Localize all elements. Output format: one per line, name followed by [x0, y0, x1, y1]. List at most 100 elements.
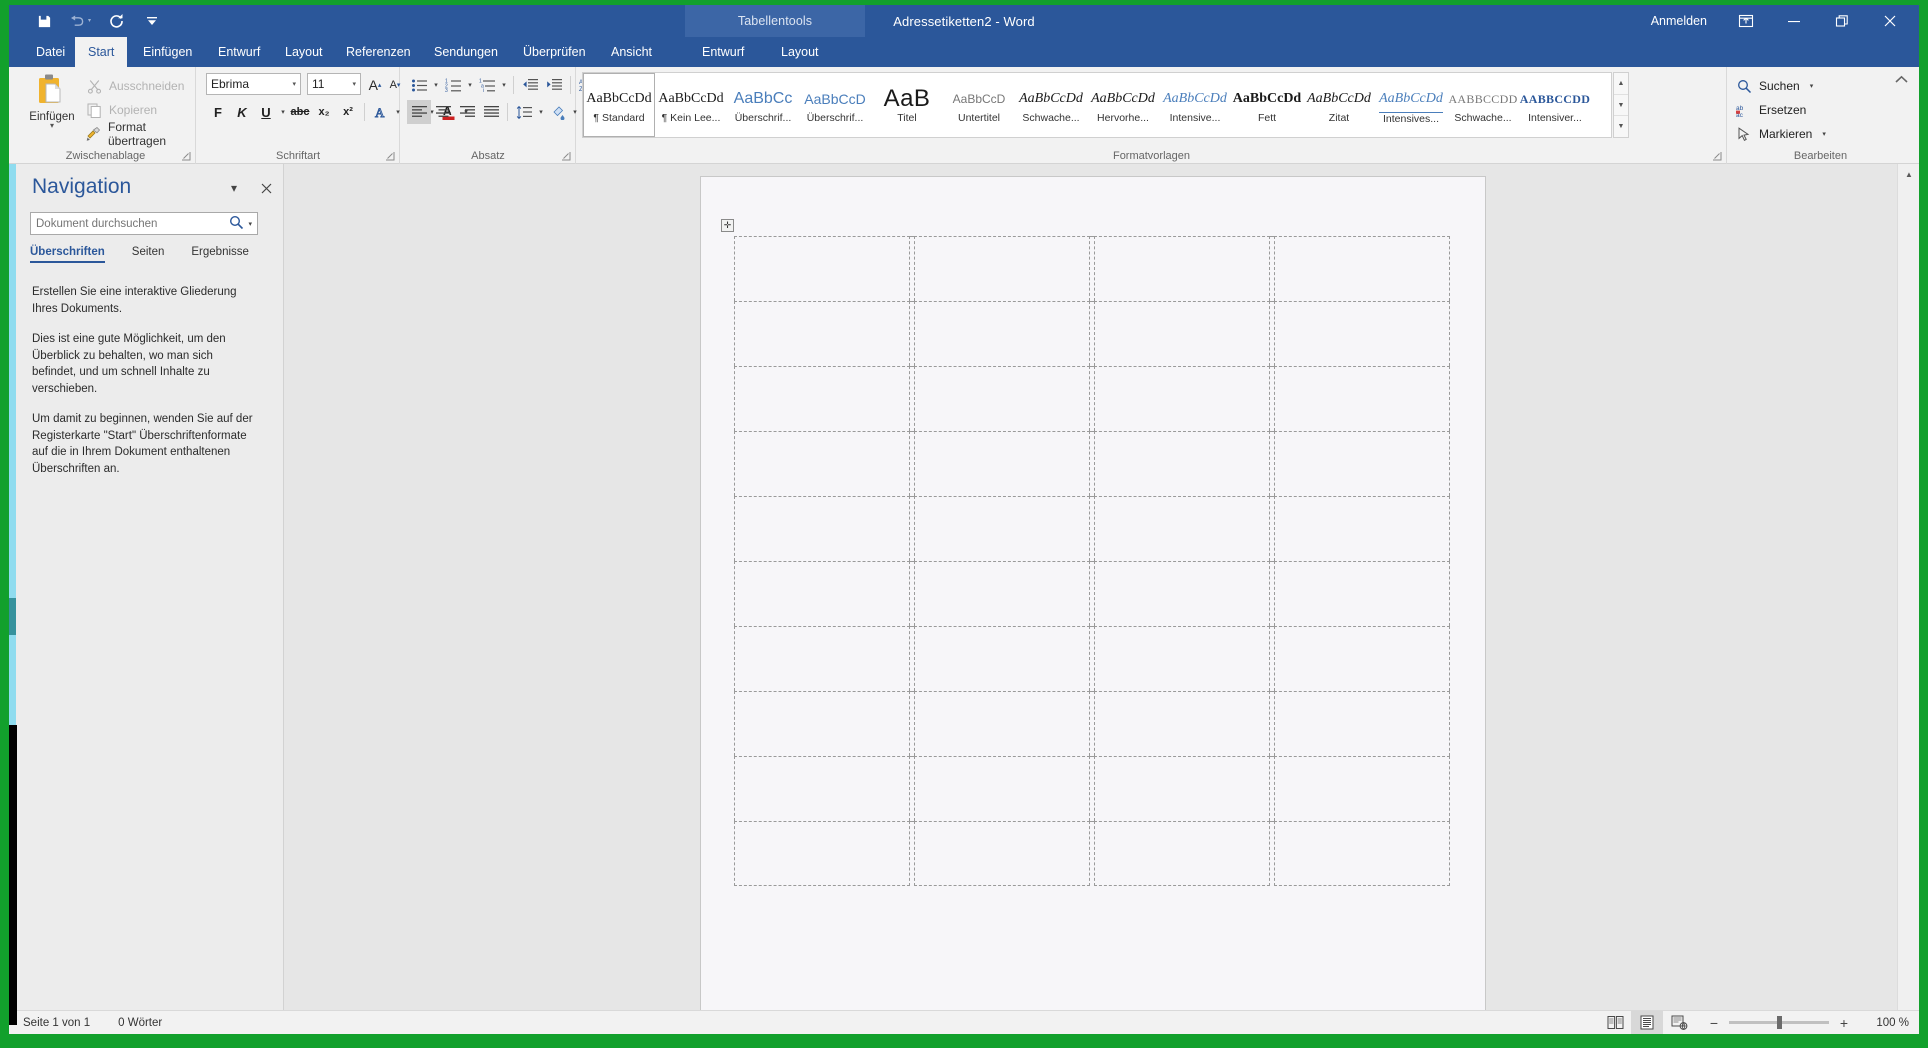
tab-entwurf[interactable]: Entwurf [205, 37, 273, 67]
font-name-combo[interactable]: Ebrima ▾ [206, 73, 301, 95]
label-cell[interactable] [734, 366, 910, 431]
navigation-pane-close-icon[interactable] [256, 178, 276, 198]
label-cell[interactable] [1094, 366, 1270, 431]
bullets-icon[interactable] [407, 73, 431, 97]
label-cell[interactable] [1274, 301, 1450, 366]
tab-tabellentools-entwurf[interactable]: Entwurf [689, 37, 757, 67]
align-right-icon[interactable] [455, 100, 479, 124]
page-indicator[interactable]: Seite 1 von 1 [23, 1017, 90, 1029]
find-chevron-down-icon[interactable]: ▾ [1810, 82, 1814, 90]
font-dialog-launcher-icon[interactable] [384, 150, 395, 161]
underline-button[interactable]: U [254, 100, 278, 124]
collapse-ribbon-icon[interactable] [1891, 69, 1911, 89]
read-mode-icon[interactable] [1599, 1011, 1631, 1035]
customize-qat-icon[interactable] [141, 10, 163, 32]
multilevel-list-icon[interactable]: 1ai [475, 73, 499, 97]
label-cell[interactable] [734, 756, 910, 821]
paste-button[interactable]: Einfügen ▾ [23, 71, 81, 143]
close-icon[interactable] [1867, 5, 1913, 37]
tab-einfuegen[interactable]: Einfügen [130, 37, 205, 67]
label-cell[interactable] [914, 821, 1090, 886]
redo-icon[interactable] [105, 10, 127, 32]
document-canvas[interactable]: ✛ [285, 164, 1897, 1016]
nav-tab-ergebnisse[interactable]: Ergebnisse [191, 246, 249, 263]
style-item[interactable]: AaBbCcDd ¶ Standard [582, 72, 656, 138]
select-button[interactable]: Markieren ▾ [1736, 123, 1826, 145]
superscript-button[interactable]: x² [336, 100, 360, 124]
format-painter-button[interactable]: Format übertragen [86, 120, 195, 148]
zoom-in-button[interactable]: + [1837, 1015, 1851, 1031]
styles-scroll-down-icon[interactable]: ▼ [1614, 95, 1628, 117]
zoom-slider[interactable] [1729, 1016, 1829, 1029]
label-cell[interactable] [914, 756, 1090, 821]
label-cell[interactable] [914, 561, 1090, 626]
label-cell[interactable] [1274, 756, 1450, 821]
label-cell[interactable] [914, 431, 1090, 496]
align-center-icon[interactable] [431, 100, 455, 124]
tab-tabellentools-layout[interactable]: Layout [768, 37, 832, 67]
multilevel-chevron-down-icon[interactable]: ▾ [499, 81, 509, 89]
label-cell[interactable] [1094, 301, 1270, 366]
numbering-chevron-down-icon[interactable]: ▾ [465, 81, 475, 89]
label-cell[interactable] [1094, 691, 1270, 756]
label-cell[interactable] [734, 496, 910, 561]
subscript-button[interactable]: x₂ [312, 100, 336, 124]
label-cell[interactable] [1274, 236, 1450, 301]
document-page[interactable]: ✛ [700, 176, 1486, 1016]
style-item[interactable]: AaBbCcDd Schwache... [1015, 73, 1087, 137]
style-item[interactable]: AaBbCcDd Zitat [1303, 73, 1375, 137]
label-cell[interactable] [1094, 236, 1270, 301]
label-cell[interactable] [914, 236, 1090, 301]
zoom-level-label[interactable]: 100 % [1867, 1017, 1909, 1029]
label-cell[interactable] [1274, 496, 1450, 561]
styles-gallery[interactable]: AaBbCcDd ¶ Standard AaBbCcDd ¶ Kein Lee... A… [582, 72, 1612, 138]
style-item[interactable]: AaBbCcDd ¶ Kein Lee... [655, 73, 727, 137]
strikethrough-button[interactable]: abc [288, 100, 312, 124]
styles-scroll-up-icon[interactable]: ▲ [1614, 73, 1628, 95]
label-cell[interactable] [1274, 626, 1450, 691]
increase-indent-icon[interactable] [542, 73, 566, 97]
line-spacing-icon[interactable] [512, 100, 536, 124]
style-item[interactable]: AABBCCDD Schwache... [1447, 73, 1519, 137]
style-item[interactable]: AaB Titel [871, 73, 943, 137]
tab-datei[interactable]: Datei [23, 37, 78, 67]
save-icon[interactable] [33, 10, 55, 32]
style-item[interactable]: AaBbCcDd Intensive... [1159, 73, 1231, 137]
label-cell[interactable] [1274, 561, 1450, 626]
navigation-pane-options-icon[interactable]: ▾ [224, 178, 244, 198]
replace-button[interactable]: ab ac Ersetzen [1736, 99, 1806, 121]
select-chevron-down-icon[interactable]: ▾ [1822, 130, 1826, 138]
label-cell[interactable] [1094, 496, 1270, 561]
line-spacing-chevron-down-icon[interactable]: ▾ [536, 108, 546, 116]
chevron-down-icon[interactable]: ▾ [292, 80, 296, 88]
minimize-icon[interactable] [1771, 5, 1817, 37]
vertical-scrollbar[interactable]: ▲ [1897, 164, 1919, 1016]
decrease-indent-icon[interactable] [518, 73, 542, 97]
table-move-handle-icon[interactable]: ✛ [721, 219, 734, 232]
style-item[interactable]: AaBbCcDd Hervorhe... [1087, 73, 1159, 137]
bold-button[interactable]: F [206, 100, 230, 124]
web-layout-icon[interactable] [1663, 1011, 1695, 1035]
chevron-down-icon[interactable]: ▾ [352, 80, 356, 88]
shading-icon[interactable] [546, 100, 570, 124]
find-button[interactable]: Suchen ▾ [1736, 75, 1813, 97]
label-cell[interactable] [914, 496, 1090, 561]
copy-button[interactable]: Kopieren [86, 99, 157, 121]
label-cell[interactable] [1274, 366, 1450, 431]
tab-sendungen[interactable]: Sendungen [421, 37, 511, 67]
label-cell[interactable] [914, 626, 1090, 691]
italic-button[interactable]: K [230, 100, 254, 124]
tab-referenzen[interactable]: Referenzen [333, 37, 424, 67]
label-cell[interactable] [914, 301, 1090, 366]
align-justify-icon[interactable] [479, 100, 503, 124]
zoom-out-button[interactable]: − [1707, 1015, 1721, 1031]
label-cell[interactable] [1274, 431, 1450, 496]
undo-icon[interactable]: ▾ [69, 10, 91, 32]
styles-more-icon[interactable]: ▼ [1614, 116, 1628, 137]
align-left-icon[interactable] [407, 100, 431, 124]
label-cell[interactable] [1094, 561, 1270, 626]
cut-button[interactable]: Ausschneiden [86, 75, 184, 97]
nav-tab-seiten[interactable]: Seiten [132, 246, 165, 263]
search-input[interactable] [36, 217, 230, 230]
style-item[interactable]: AABBCCDD Intensiver... [1519, 73, 1591, 137]
